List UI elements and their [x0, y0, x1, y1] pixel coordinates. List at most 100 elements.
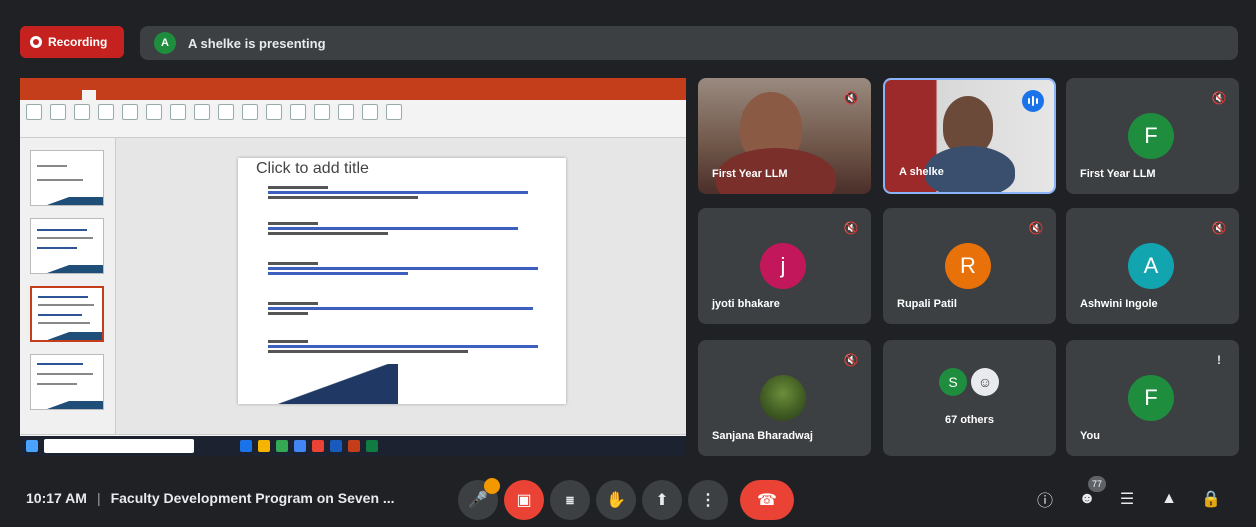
camera-button[interactable]: ▣ [504, 480, 544, 520]
participant-avatar: A [1128, 243, 1174, 289]
captions-icon: ≣ [565, 494, 575, 507]
others-count: 67 others [945, 414, 994, 426]
participant-count-badge: 77 [1088, 476, 1106, 492]
participant-name: A shelke [899, 166, 944, 178]
mic-off-icon: 🔇 [843, 91, 859, 105]
mic-off-icon: 🔇 [843, 353, 859, 367]
taskbar-search [44, 439, 194, 453]
participant-avatar: S [939, 368, 967, 396]
participant-tile[interactable]: 🔇 A Ashwini Ingole [1066, 208, 1239, 324]
participant-avatar: R [945, 243, 991, 289]
mic-off-icon: 🔇 [1211, 91, 1227, 105]
excel-icon [366, 440, 378, 452]
recording-label: Recording [48, 35, 108, 49]
powerpoint-icon [348, 440, 360, 452]
top-bar: Recording A A shelke is presenting [0, 0, 1256, 62]
microphone-icon: 🎤 [468, 492, 488, 509]
meeting-info: 10:17 AM | Faculty Development Program o… [26, 490, 395, 506]
camera-off-icon: ▣ [516, 492, 532, 509]
taskbar-app-icon [312, 440, 324, 452]
slide-paragraph [268, 338, 548, 353]
participant-avatar: F [1128, 113, 1174, 159]
slide-thumbnail [30, 354, 104, 410]
participant-photo-avatar [760, 375, 806, 421]
participant-name: You [1080, 430, 1100, 442]
participant-avatar: j [760, 243, 806, 289]
lock-person-icon: 🔒 [1201, 491, 1221, 508]
participant-tile-active-speaker[interactable]: A shelke [883, 78, 1056, 194]
speaking-indicator-icon [1022, 90, 1044, 112]
people-icon: ☻ [1078, 490, 1096, 507]
hand-icon: ✋ [606, 492, 626, 509]
mic-off-icon: 🔇 [1028, 221, 1044, 235]
activities-button[interactable]: ▲ [1156, 486, 1182, 512]
slide-paragraph [268, 300, 548, 315]
recording-indicator[interactable]: Recording [20, 26, 124, 58]
captions-button[interactable]: ≣ [550, 480, 590, 520]
slide-paragraph [268, 220, 548, 235]
participant-name: jyoti bhakare [712, 298, 780, 310]
taskbar-app-icon [276, 440, 288, 452]
taskbar-app-icon [240, 440, 252, 452]
chat-icon: ☰ [1119, 491, 1135, 508]
slide-thumbnail [30, 150, 104, 206]
participant-tile[interactable]: 🔇 R Rupali Patil [883, 208, 1056, 324]
slide-paragraph [268, 260, 548, 275]
slide-thumbnail-selected [30, 286, 104, 342]
record-icon [30, 36, 42, 48]
hang-up-icon: ☎ [757, 492, 777, 509]
leave-call-button[interactable]: ☎ [740, 480, 794, 520]
taskbar-app-icon [294, 440, 306, 452]
presenting-text: A shelke is presenting [188, 35, 326, 51]
present-button[interactable]: ⬆ [642, 480, 682, 520]
bottom-control-bar: 10:17 AM | Faculty Development Program o… [0, 466, 1256, 527]
microphone-button[interactable]: 🎤 [458, 478, 500, 520]
participant-name: Ashwini Ingole [1080, 298, 1158, 310]
raise-hand-button[interactable]: ✋ [596, 480, 636, 520]
windows-taskbar [20, 436, 686, 456]
slide-paragraph [268, 184, 548, 199]
mic-off-icon: 🔇 [1211, 221, 1227, 235]
chat-button[interactable]: ☰ [1114, 486, 1140, 512]
ppt-ribbon-tabs [20, 90, 686, 100]
slide-thumbnail [30, 218, 104, 274]
alert-icon: ! [1217, 353, 1221, 367]
mic-off-icon: 🔇 [843, 221, 859, 235]
participant-tile[interactable]: 🔇 First Year LLM [698, 78, 871, 194]
ppt-workspace: Click to add title [20, 138, 686, 434]
mic-level-badge [484, 478, 500, 494]
presenter-avatar: A [154, 32, 176, 54]
host-controls-button[interactable]: 🔒 [1198, 486, 1224, 512]
presenting-banner: A A shelke is presenting [140, 26, 1238, 60]
others-tile[interactable]: S ☺ 67 others [883, 340, 1056, 456]
ppt-title-bar [20, 78, 686, 90]
more-options-button[interactable]: ⋮ [688, 480, 728, 520]
slide-decoration [238, 364, 398, 404]
participant-name: Sanjana Bharadwaj [712, 430, 813, 442]
folder-icon [258, 440, 270, 452]
participant-tile[interactable]: 🔇 j jyoti bhakare [698, 208, 871, 324]
participant-photo-avatar: ☺ [971, 368, 999, 396]
meeting-title: Faculty Development Program on Seven ... [110, 490, 395, 506]
slide-title: Click to add title [256, 160, 369, 177]
ppt-ribbon [20, 100, 686, 138]
current-time: 10:17 AM [26, 490, 87, 506]
participant-avatar: F [1128, 375, 1174, 421]
people-button[interactable]: ☻ 77 [1074, 476, 1106, 512]
more-vert-icon: ⋮ [700, 492, 716, 509]
participant-name: First Year LLM [1080, 168, 1156, 180]
shared-screen[interactable]: Click to add title [20, 78, 686, 456]
participant-name: First Year LLM [712, 168, 788, 180]
participant-name: Rupali Patil [897, 298, 957, 310]
info-icon: ⓘ [1036, 493, 1053, 510]
present-screen-icon: ⬆ [655, 492, 669, 509]
current-slide: Click to add title [238, 158, 566, 404]
participant-tile[interactable]: 🔇 Sanjana Bharadwaj [698, 340, 871, 456]
self-tile[interactable]: ! F You [1066, 340, 1239, 456]
participant-tile[interactable]: 🔇 F First Year LLM [1066, 78, 1239, 194]
windows-start-icon [26, 440, 38, 452]
activities-icon: ▲ [1161, 490, 1177, 507]
meeting-details-button[interactable]: ⓘ [1032, 486, 1058, 512]
word-icon [330, 440, 342, 452]
separator: | [96, 490, 101, 506]
